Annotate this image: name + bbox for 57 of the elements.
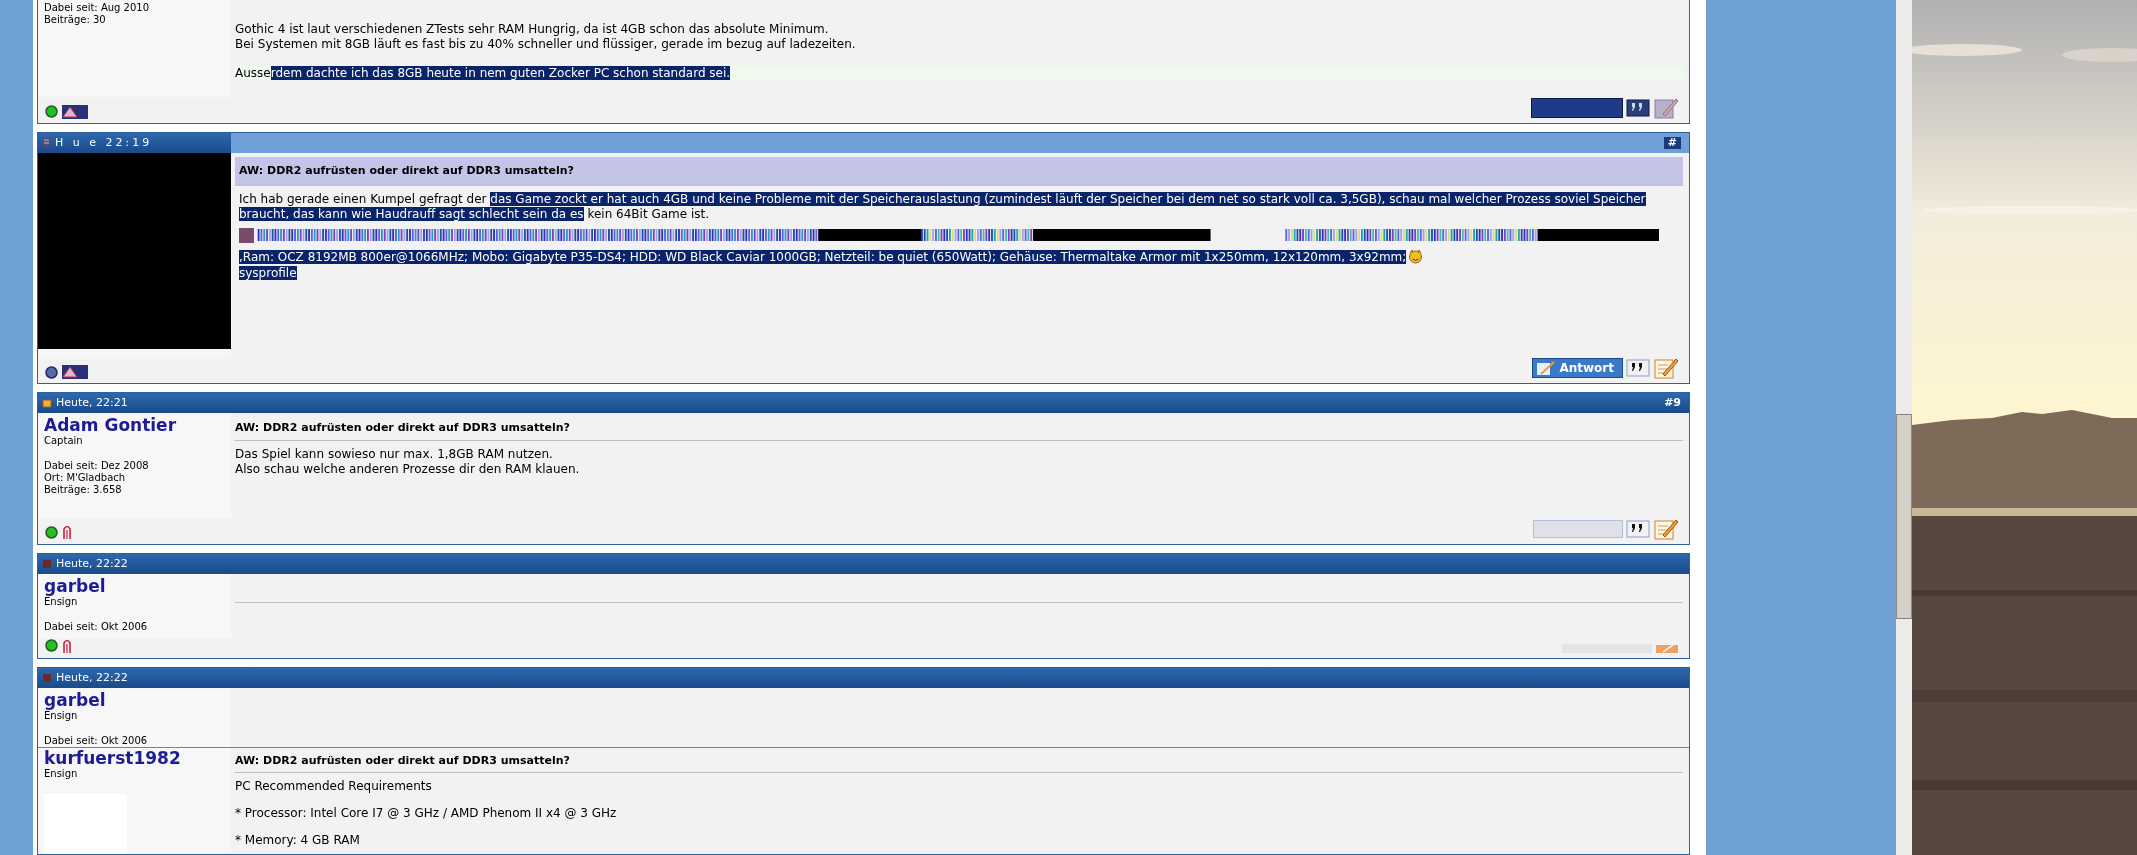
post-time: Heute, 22:21 [56,395,128,412]
post-time: H u e 22:19 [55,134,153,151]
online-status-icon [45,525,58,539]
smiley-icon [1408,249,1424,265]
post-time: Heute, 22:22 [56,669,128,686]
post-title: AW: DDR2 aufrüsten oder direkt auf DDR3 umsatteln? [235,156,1683,187]
edit-icon[interactable] [1653,518,1679,541]
post-text: Bei Systemen mit 8GB läuft es fast bis zu 40% schneller und flüssiger, gerade im bezug auf ladezeiten. [235,37,857,52]
user-rank: Ensign [44,768,79,780]
post-text: Gothic 4 ist laut verschiedenen ZTests sehr RAM Hungrig, da ist 4GB schon das absolute Minimum. [235,22,830,37]
warning-icon[interactable] [62,104,88,119]
signature-text: ,Ram: OCZ 8192MB 800er@1066MHz; Mobo: Gigabyte P35-DS4; HDD: WD Black Caviar 1000GB; Netzteil: be quiet (650Watt); Gehäuse: Thermaltake Armor mit 1x250mm, 12x120mm, 3x92mm; [239,249,1407,264]
post-text: * Memory: 4 GB RAM [235,833,361,849]
user-rank: Ensign [44,710,79,722]
username-link[interactable]: Adam Gontier [44,415,231,436]
quote-icon[interactable] [1626,97,1650,118]
post-icon [42,559,52,570]
warning-icon[interactable] [62,365,88,380]
online-status-icon [45,639,58,653]
post-icon [42,673,52,683]
user-info: Beiträge: 3.658 [44,484,123,497]
post-title: AW: DDR2 aufrüsten oder direkt auf DDR3 umsatteln? [235,417,1683,441]
post-icon [42,398,52,409]
user-rank: Captain [44,435,84,448]
reply-button[interactable]: Antwort [1532,358,1623,379]
post-text: Ich hab gerade einen Kumpel gefragt der das Game zockt er hat auch 4GB und keine Probleme mit der Speicherauslastung (zumindest läuft der Speicher bei dem net so stark voll ca. 3,5GB), schau mal welcher Prozess soviel Speicher braucht, das kann wie Haudrauff sagt schlecht sein da es kein 64Bit Game ist. [239,192,1647,223]
username-link[interactable]: kurfuerst1982 [44,748,231,768]
scrollbar-thumb[interactable] [1896,414,1912,619]
username-link[interactable]: garbel [44,690,231,710]
user-info: Ort: M'Gladbach [44,472,127,485]
post-text: * Processor: Intel Core I7 @ 3 GHz / AMD Phenom II x4 @ 3 GHz [235,806,618,822]
post-text: Ausserdem dachte ich das 8GB heute in nem guten Zocker PC schon standard sei. [235,66,732,81]
post-number-link[interactable]: #9 [1664,395,1681,412]
post-text: Das Spiel kann sowieso nur max. 1,8GB RAM nutzen. [235,446,554,462]
online-status-icon [45,105,58,119]
user-rank: Ensign [44,596,79,609]
quote-icon[interactable] [1626,519,1650,540]
post-icon [42,137,51,149]
post-title: AW: DDR2 aufrüsten oder direkt auf DDR3 umsatteln? [235,750,1683,774]
quote-icon[interactable] [1626,358,1650,379]
sysprofile-link[interactable]: sysprofile [239,266,297,281]
post-text: Also schau welche anderen Prozesse dir den RAM klauen. [235,461,581,477]
user-info: Dabei seit: Dez 2008 [44,460,150,473]
status-icon [45,365,58,379]
username-link[interactable]: garbel [44,576,231,597]
pencil-icon [1536,361,1557,377]
user-info: Beiträge: 30 [44,14,107,26]
post-number-link[interactable]: # [1663,136,1681,149]
user-info: Dabei seit: Okt 2006 [44,621,149,634]
edit-icon[interactable] [1653,357,1679,380]
user-info: Dabei seit: Okt 2006 [44,735,149,747]
post-time: Heute, 22:22 [56,555,128,572]
edit-icon[interactable] [1653,96,1679,119]
post-text: PC Recommended Requirements [235,779,433,795]
reply-button[interactable] [1531,97,1623,118]
user-info: Dabei seit: Aug 2010 [44,2,151,14]
scrollbar-track[interactable] [1896,0,1912,855]
